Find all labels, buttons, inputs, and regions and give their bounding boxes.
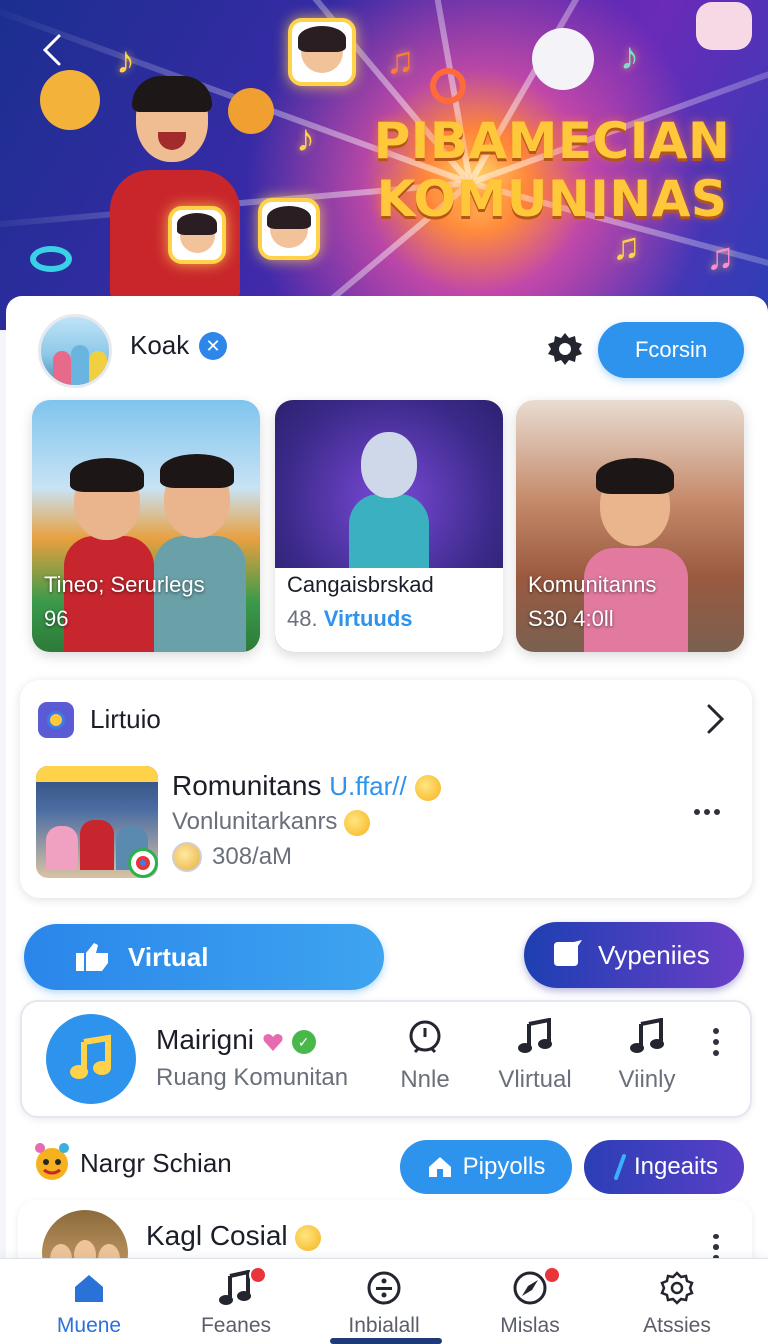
nav-item-feanes[interactable]: Feanes [171,1266,301,1338]
music-icon [171,1266,301,1308]
profile-avatar[interactable] [38,314,112,388]
compass-icon [465,1266,595,1308]
mascot-illustration [532,28,594,90]
status-badge-icon [128,848,158,878]
item-meta: 308/aM [172,842,292,872]
hero-banner: ♪ ♫ ♪ ♫ ♫ ♪ PIBAMECIAN KOMUNINAS [0,0,768,330]
music-note-icon: ♫ [612,226,641,268]
nav-active-indicator [330,1338,442,1344]
virtual-button[interactable]: Virtual [24,924,384,990]
settings-gear-icon[interactable] [546,330,584,368]
music-subtitle: Ruang Komunitan [156,1064,349,1091]
ring-decoration [430,68,466,104]
music-note-icon [602,1018,692,1056]
nav-item-home[interactable]: Muene [24,1268,154,1338]
ring-decoration [30,246,72,272]
music-title: Mairigni ✓ [156,1024,316,1056]
post-author-name: Kagl Cosial [146,1220,322,1252]
music-tab-nnle[interactable]: Nnle [380,1018,470,1094]
media-card-meta: 48. Virtuuds [287,606,413,631]
smile-emoji-icon [172,842,202,872]
app-logo-icon [38,702,74,738]
avatar-tile-icon [288,18,356,86]
ingeaits-button[interactable]: Ingeaits [584,1140,744,1194]
virtual-button-label: Virtual [128,941,209,972]
heart-icon [263,1033,283,1051]
boy-illustration [110,76,290,300]
back-arrow-icon[interactable] [34,32,70,68]
hero-title-line2: KOMUNINAS [376,170,728,228]
smile-emoji-icon [295,1224,322,1251]
notification-badge [543,1266,561,1284]
profile-name: Koak [130,330,190,360]
music-note-icon: ♪ [116,40,135,82]
media-card[interactable]: Tineo; Serurlegs 96 [32,400,260,652]
thumbs-up-icon [76,943,108,971]
music-note-icon: ♫ [706,236,735,278]
avatar-tile-icon [168,206,226,264]
item-title: Romunitans U.ffar// [172,770,441,802]
hero-title-line1: PIBAMECIAN [373,112,731,170]
virtual-card-title: Lirtuio [90,704,161,734]
music-note-icon[interactable] [46,1014,136,1104]
more-options-icon[interactable] [694,802,728,822]
music-note-icon: ♪ [620,36,639,78]
home-icon [24,1268,154,1308]
section-title: Nargr Schian [80,1148,232,1178]
music-note-icon [490,1018,580,1056]
verified-badge-icon: ✕ [199,332,227,360]
media-card-meta: S30 4:0ll [528,606,614,631]
smile-emoji-icon [414,774,441,801]
media-card-title: Tineo; Serurlegs [44,572,205,597]
nav-item-atssies[interactable]: Atssies [612,1268,742,1338]
media-card-meta: 96 [44,606,69,631]
smile-emoji-icon [344,809,371,836]
notification-badge [249,1266,267,1284]
follow-button[interactable]: Fcorsin [598,322,744,378]
mascot-icon [35,1143,69,1180]
item-subtitle: Vonlunitarkanrs [172,808,371,836]
vypeniies-button-label: Vypeniies [598,939,710,970]
media-card[interactable]: Komunitanns S30 4:0ll [516,400,744,652]
avatar-tile-icon [258,198,320,260]
music-note-icon: ♫ [386,40,415,82]
music-note-icon: ♪ [296,118,315,160]
pipyolls-button[interactable]: Pipyolls [400,1140,572,1194]
nav-item-mislas[interactable]: Mislas [465,1266,595,1338]
chat-icon [554,940,582,966]
divide-circle-icon [319,1268,449,1308]
chevron-right-icon[interactable] [700,702,730,736]
music-tab-virtual[interactable]: Vlirtual [490,1018,580,1094]
settings-icon [612,1268,742,1308]
media-card-title: Cangaisbrskad [287,572,434,597]
vypeniies-button[interactable]: Vypeniies [524,922,744,988]
check-badge-icon: ✓ [291,1029,316,1054]
more-vertical-icon[interactable] [710,1234,722,1260]
mascot-illustration [40,70,100,130]
music-tab-viinly[interactable]: Viinly [602,1018,692,1094]
nav-item-inbialall[interactable]: Inbialall [319,1268,449,1338]
media-card-title: Komunitanns [528,572,657,597]
media-card[interactable]: Cangaisbrskad 48. Virtuuds [275,400,503,652]
clock-icon [380,1018,470,1056]
more-vertical-icon[interactable] [710,1028,722,1056]
house-icon [428,1157,451,1177]
mascot-illustration [696,2,752,50]
slash-icon [613,1154,626,1180]
